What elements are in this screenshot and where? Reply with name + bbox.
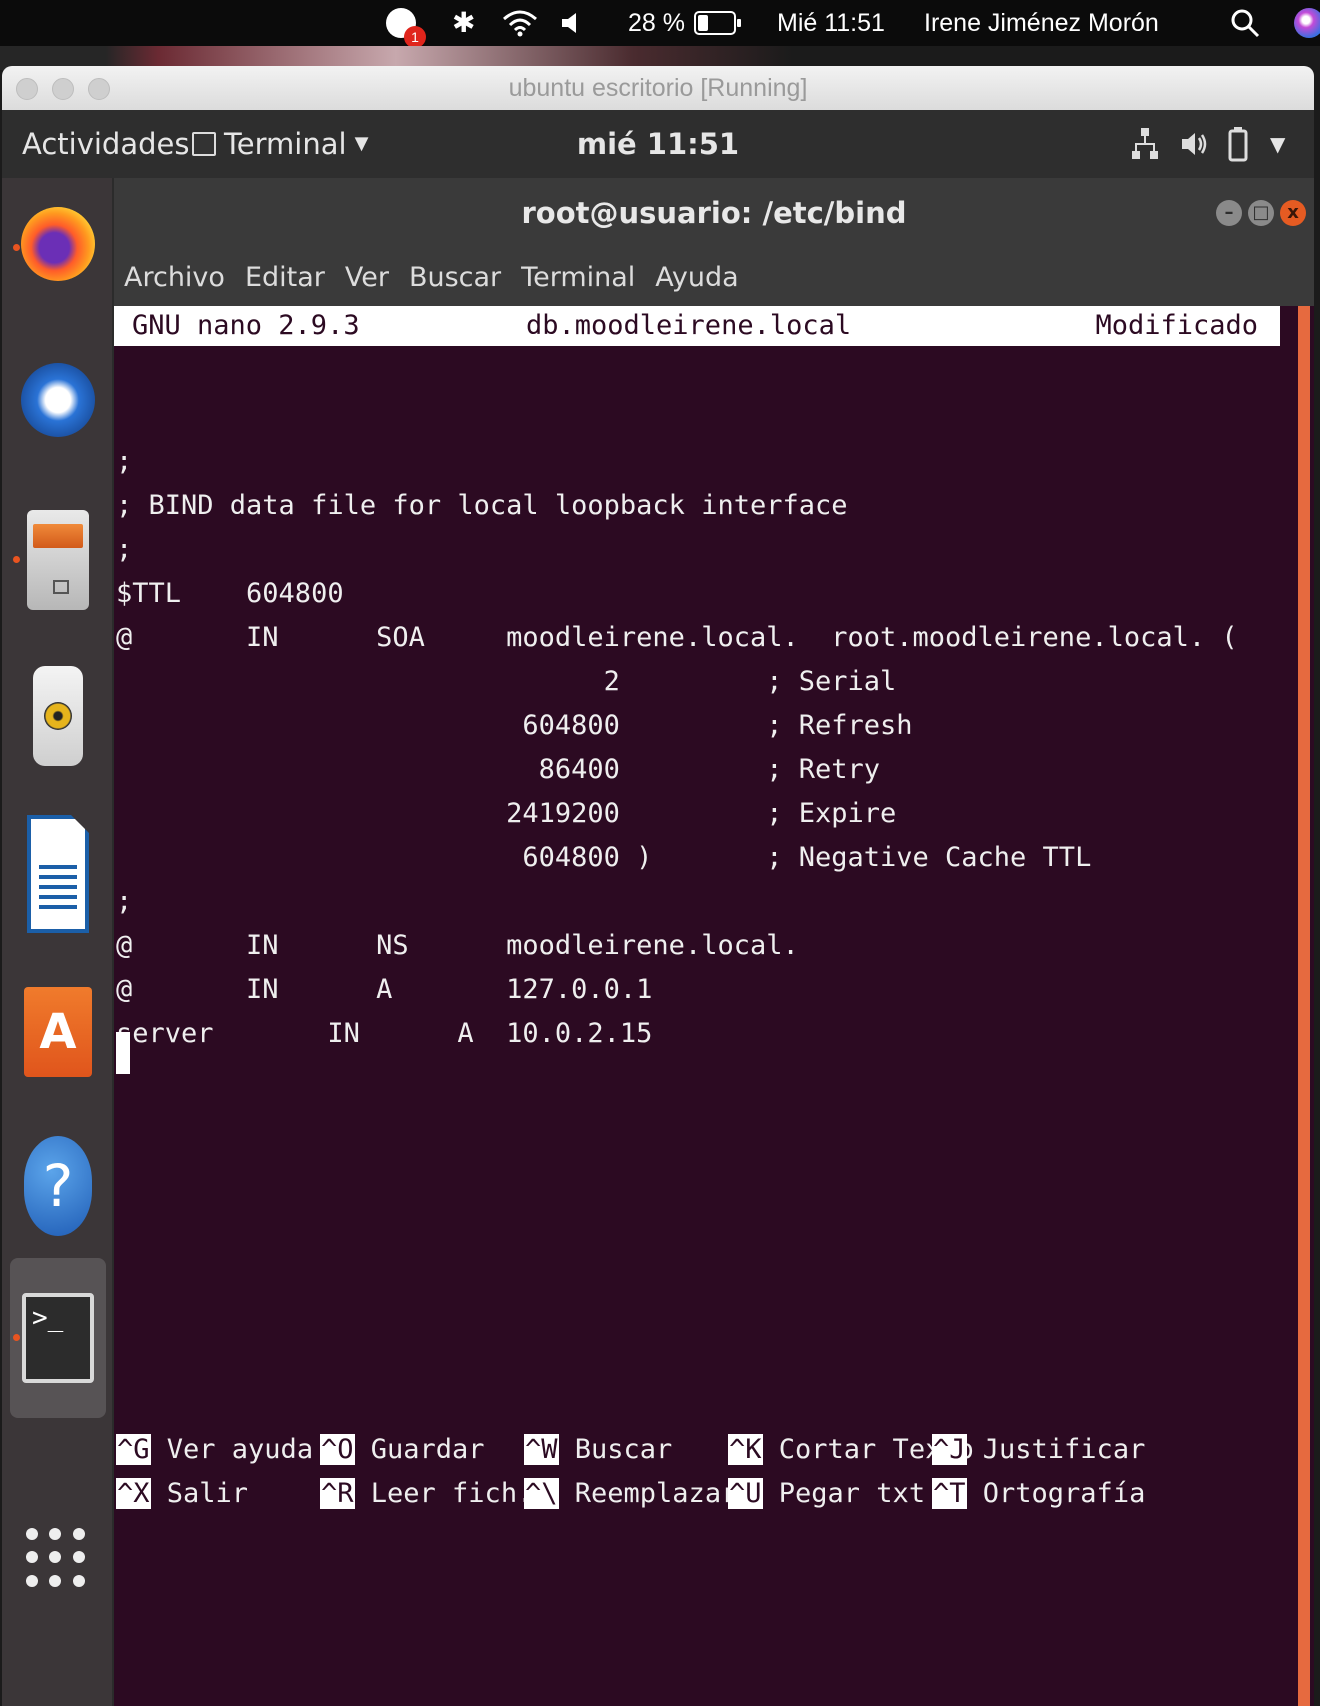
spotlight-search-icon[interactable] [1230,0,1260,46]
battery-icon[interactable] [694,0,741,46]
buffer-line[interactable]: @ IN SOA moodleirene.local. root.moodlei… [116,616,1238,660]
gnome-clock-label[interactable]: mié 11:51 [577,110,739,178]
shortcut-key: ^U [728,1478,763,1509]
buffer-line[interactable]: 604800 ; Refresh [116,704,912,748]
mac-menubar: 1 ✱ 28 % Mié 11:51 Irene Jiménez Morón [0,0,1320,48]
buffer-line[interactable]: server IN A 10.0.2.15 [116,1012,652,1056]
minimize-icon[interactable]: – [1216,200,1242,226]
firefox-icon[interactable] [10,184,106,304]
buffer-line[interactable]: 2419200 ; Expire [116,792,896,836]
nano-modified-status: Modificado [1095,310,1258,341]
shortcut-label: Buscar [558,1434,673,1465]
siri-icon[interactable] [1294,0,1320,46]
nano-titlebar: GNU nano 2.9.3 db.moodleirene.local Modi… [114,306,1280,346]
shortcut-exit[interactable]: ^X Salir [116,1472,248,1516]
nano-filename: db.moodleirene.local [526,310,852,341]
shortcut-label: Pegar txt [762,1478,926,1509]
software-center-icon[interactable]: A [10,972,106,1092]
close-icon[interactable]: x [1280,200,1306,226]
menu-terminal[interactable]: Terminal [521,262,635,293]
menubar-user[interactable]: Irene Jiménez Morón [924,0,1159,46]
menubar-clock[interactable]: Mié 11:51 [777,0,885,46]
shortcut-label: Guardar [354,1434,485,1465]
shortcut-read-file[interactable]: ^R Leer fich. [320,1472,533,1516]
system-menu-chevron-icon[interactable]: ▼ [1270,110,1285,178]
shortcut-spell[interactable]: ^T Ortografía [932,1472,1145,1516]
buffer-line[interactable]: $TTL 604800 [116,572,344,616]
running-indicator [13,556,20,563]
buffer-line[interactable]: 2 ; Serial [116,660,897,704]
buffer-line[interactable]: 604800 ) ; Negative Cache TTL [116,836,1091,880]
rhythmbox-icon[interactable] [10,656,106,776]
shortcut-key: ^G [116,1434,151,1465]
thunderbird-icon[interactable] [10,340,106,460]
menu-ver[interactable]: Ver [345,262,389,293]
notification-badge: 1 [404,26,426,48]
nano-version: GNU nano 2.9.3 [132,310,360,341]
shortcut-label: Salir [150,1478,249,1509]
text-cursor [116,1032,130,1074]
buffer-line[interactable]: ; BIND data file for local loopback inte… [116,484,848,528]
maximize-icon[interactable]: □ [1248,200,1274,226]
shortcut-search[interactable]: ^W Buscar [524,1428,672,1472]
virtualbox-window: ubuntu escritorio [Running] Actividades … [2,66,1314,1706]
files-icon[interactable] [10,500,106,620]
terminal-icon[interactable]: >_ [10,1258,106,1418]
buffer-line[interactable]: @ IN NS moodleirene.local. [116,924,799,968]
shortcut-key: ^\ [524,1478,559,1509]
ubuntu-dock: A ? >_ [2,178,112,1706]
chat-icon[interactable]: 1 [386,0,426,48]
running-indicator [13,1334,20,1341]
help-icon[interactable]: ? [10,1126,106,1246]
shortcut-label: Ver ayuda [150,1434,314,1465]
ubuntu-top-bar: Actividades Terminal ▼ mié 11:51 ▼ [2,110,1314,178]
shortcut-key: ^J [932,1434,967,1465]
terminal-menubar: Archivo Editar Ver Buscar Terminal Ayuda [114,248,1314,306]
battery-percent: 28 % [628,9,685,37]
bluetooth-icon[interactable]: ✱ [452,0,475,46]
shortcut-label: Leer fich. [354,1478,534,1509]
nano-editor[interactable]: GNU nano 2.9.3 db.moodleirene.local Modi… [114,306,1294,1706]
speaker-icon[interactable] [1180,110,1208,178]
shortcut-justify[interactable]: ^J Justificar [932,1428,1145,1472]
shortcut-help[interactable]: ^G Ver ayuda [116,1428,313,1472]
system-battery-icon[interactable] [1228,110,1248,178]
show-apps-icon[interactable] [26,1528,86,1588]
terminal-title: root@usuario: /etc/bind [521,196,907,230]
virtualbox-titlebar[interactable]: ubuntu escritorio [Running] [2,66,1314,110]
menu-editar[interactable]: Editar [245,262,325,293]
terminal-window: root@usuario: /etc/bind – □ x Archivo Ed… [114,178,1314,1706]
menu-archivo[interactable]: Archivo [124,262,225,293]
shortcut-key: ^R [320,1478,355,1509]
shortcut-key: ^O [320,1434,355,1465]
libreoffice-writer-icon[interactable] [10,814,106,934]
shortcut-key: ^W [524,1434,559,1465]
window-title: ubuntu escritorio [Running] [508,74,808,102]
buffer-line[interactable]: ; [116,880,132,924]
shortcut-label: Ortografía [966,1478,1146,1509]
wifi-icon[interactable] [502,0,538,46]
shortcut-key: ^T [932,1478,967,1509]
shortcut-replace[interactable]: ^\ Reemplazar [524,1472,737,1516]
terminal-titlebar[interactable]: root@usuario: /etc/bind – □ x [114,178,1314,248]
buffer-line[interactable]: 86400 ; Retry [116,748,880,792]
buffer-line[interactable]: @ IN A 127.0.0.1 [116,968,652,1012]
buffer-line[interactable]: ; [116,440,132,484]
shortcut-save[interactable]: ^O Guardar [320,1428,485,1472]
shortcut-key: ^X [116,1478,151,1509]
volume-icon[interactable] [560,0,582,46]
terminal-scrollbar[interactable] [1298,306,1310,1706]
running-indicator [13,244,20,251]
shortcut-label: Reemplazar [558,1478,738,1509]
gnome-clock: mié 11:51 [2,110,1314,178]
shortcut-label: Justificar [966,1434,1146,1465]
shortcut-paste[interactable]: ^U Pegar txt [728,1472,925,1516]
menu-ayuda[interactable]: Ayuda [655,262,738,293]
buffer-line[interactable]: ; [116,528,132,572]
shortcut-key: ^K [728,1434,763,1465]
network-icon[interactable] [1132,110,1158,178]
menu-buscar[interactable]: Buscar [409,262,501,293]
